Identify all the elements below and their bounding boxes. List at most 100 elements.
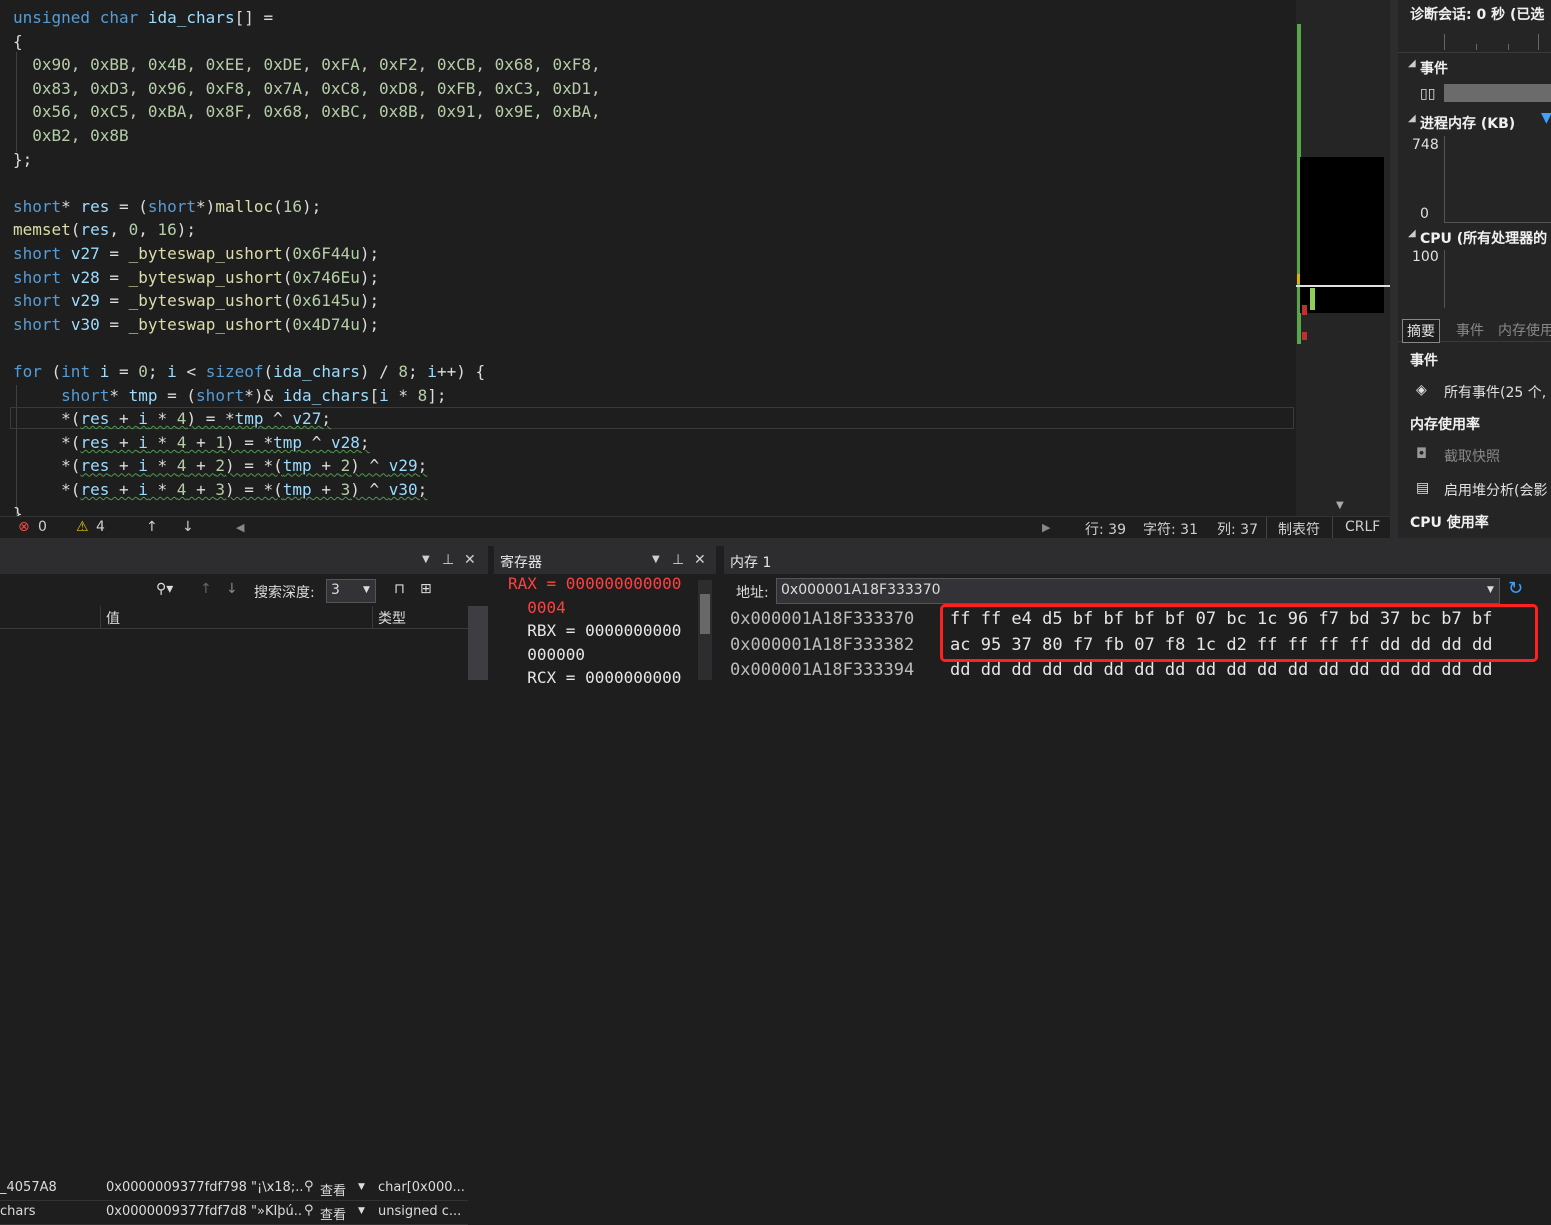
- scroll-down-icon[interactable]: ▼: [1336, 500, 1344, 511]
- magnifier-icon[interactable]: ⚲: [304, 1179, 314, 1194]
- minimap[interactable]: ▼: [1296, 0, 1390, 516]
- dropdown-icon[interactable]: ▼: [652, 554, 660, 565]
- tab-events[interactable]: 事件: [1456, 320, 1484, 340]
- error-count[interactable]: 0: [38, 519, 47, 535]
- code-line[interactable]: short* tmp = (short*)& ida_chars[i * 8];: [13, 384, 446, 407]
- search-up-icon[interactable]: ↑: [200, 581, 212, 597]
- pin-icon[interactable]: ⊥: [442, 552, 454, 568]
- timeline-ruler[interactable]: [1398, 26, 1551, 53]
- collapse-icon[interactable]: ◢: [1408, 58, 1416, 69]
- code-token: );: [302, 196, 322, 216]
- collapse-icon[interactable]: ◢: [1408, 228, 1416, 239]
- error-icon[interactable]: ⊗: [18, 519, 30, 535]
- code-line[interactable]: short v27 = _byteswap_ushort(0x6F44u);: [13, 242, 379, 265]
- code-line[interactable]: short v28 = _byteswap_ushort(0x746Eu);: [13, 266, 379, 289]
- take-snapshot-button[interactable]: 截取快照: [1444, 446, 1500, 466]
- register-line[interactable]: 0004: [508, 598, 566, 617]
- code-token: 0: [138, 362, 148, 381]
- events-track[interactable]: [1444, 84, 1551, 102]
- table-row[interactable]: _4057A8 0x0000009377fdf798 "¡\x18;... ⚲ 查看 ▼…: [0, 1176, 468, 1201]
- col-type-header[interactable]: 类型: [378, 608, 406, 628]
- chevron-down-icon[interactable]: ▼: [358, 1182, 365, 1192]
- warning-icon[interactable]: ⚠: [76, 519, 89, 535]
- heap-profiling-checkbox[interactable]: 启用堆分析(会影: [1444, 480, 1547, 500]
- pin-watch-icon[interactable]: ⊓: [394, 581, 405, 597]
- code-line[interactable]: memset(res, 0, 16);: [13, 218, 196, 241]
- memory-row[interactable]: 0x000001A18F333370 ff ff e4 d5 bf bf bf b…: [730, 607, 1492, 631]
- search-down-icon[interactable]: ↓: [226, 581, 238, 597]
- registers-title[interactable]: 寄存器: [500, 552, 542, 572]
- code-token: i: [138, 409, 148, 429]
- col-value-header[interactable]: 值: [106, 608, 120, 628]
- code-line[interactable]: short v29 = _byteswap_ushort(0x6145u);: [13, 289, 379, 312]
- memory-title[interactable]: 内存 1: [730, 552, 771, 572]
- refresh-icon[interactable]: ↻: [1508, 578, 1523, 599]
- code-editor[interactable]: unsigned char ida_chars[] ={ 0x90, 0xBB,…: [0, 0, 1296, 516]
- dropdown-icon[interactable]: ▼: [422, 554, 430, 565]
- magnifier-icon[interactable]: ⚲: [304, 1203, 314, 1218]
- address-input[interactable]: 0x000001A18F333370 ▼: [776, 578, 1500, 604]
- search-depth-select[interactable]: 3 ▼: [326, 579, 376, 603]
- nav-down-icon[interactable]: ↓: [182, 519, 194, 535]
- table-row[interactable]: chars 0x0000009377fdf7d8 "»KÎþú... ⚲ 查看 ▼ uns…: [0, 1200, 468, 1225]
- scroll-left-icon[interactable]: ◀: [236, 521, 244, 534]
- chevron-down-icon[interactable]: ▼: [358, 1206, 365, 1216]
- code-line[interactable]: for (int i = 0; i < sizeof(ida_chars) / …: [13, 360, 485, 383]
- code-line[interactable]: {: [13, 30, 23, 53]
- watch-title-bar: ▼ ⊥ ✕: [0, 546, 488, 574]
- register-line[interactable]: RCX = 0000000000: [508, 668, 681, 687]
- line-indicator[interactable]: 行: 39: [1085, 519, 1126, 539]
- scroll-right-icon[interactable]: ▶: [1042, 521, 1050, 534]
- events-header[interactable]: 事件: [1420, 58, 1448, 78]
- code-line[interactable]: *(res + i * 4 + 3) = *(tmp + 3) ^ v30;: [13, 478, 427, 501]
- cpu-header[interactable]: CPU (所有处理器的: [1420, 228, 1547, 248]
- watch-scrollbar[interactable]: [468, 606, 488, 680]
- code-line[interactable]: short v30 = _byteswap_ushort(0x4D74u);: [13, 313, 379, 336]
- code-token: v30: [388, 480, 418, 499]
- pin-icon[interactable]: ⊥: [672, 552, 684, 568]
- register-line[interactable]: 000000: [508, 645, 585, 664]
- code-line[interactable]: };: [13, 148, 32, 171]
- code-line[interactable]: 0xB2, 0x8B: [13, 124, 128, 147]
- memory-row[interactable]: 0x000001A18F333382 ac 95 37 80 f7 fb 07 f…: [730, 633, 1492, 657]
- nav-up-icon[interactable]: ↑: [146, 519, 158, 535]
- code-line[interactable]: 0x90, 0xBB, 0x4B, 0xEE, 0xDE, 0xFA, 0xF2…: [13, 53, 600, 76]
- memory-row[interactable]: 0x000001A18F333394 dd dd dd dd dd dd dd d…: [730, 658, 1492, 682]
- pause-icon[interactable]: ▯▯: [1420, 86, 1435, 102]
- code-line[interactable]: *(res + i * 4) = *tmp ^ v27;: [13, 407, 331, 430]
- tabs-indicator[interactable]: 制表符: [1278, 519, 1320, 539]
- cpu-graph[interactable]: [1444, 250, 1551, 308]
- registers-scrollbar[interactable]: [698, 580, 712, 680]
- tab-summary[interactable]: 摘要: [1402, 319, 1440, 343]
- code-line[interactable]: unsigned char ida_chars[] =: [13, 6, 273, 29]
- code-line[interactable]: 0x83, 0xD3, 0x96, 0xF8, 0x7A, 0xC8, 0xD8…: [13, 77, 600, 100]
- col-indicator[interactable]: 列: 37: [1217, 519, 1258, 539]
- register-line[interactable]: RAX = 000000000000: [508, 574, 681, 593]
- code-line[interactable]: short* res = (short*)malloc(16);: [13, 195, 321, 218]
- code-token: ;: [408, 362, 428, 381]
- splitter[interactable]: [0, 538, 1551, 546]
- warning-count[interactable]: 4: [96, 519, 105, 535]
- splitter[interactable]: [1390, 0, 1398, 540]
- marker-icon: ▼: [1541, 110, 1551, 126]
- code-token: 0x6F44u: [292, 244, 360, 263]
- search-icon[interactable]: ⚲▾: [156, 581, 173, 597]
- all-events-link[interactable]: 所有事件(25 个,: [1444, 382, 1546, 402]
- char-indicator[interactable]: 字符: 31: [1143, 519, 1198, 539]
- eol-indicator[interactable]: CRLF: [1345, 519, 1380, 535]
- code-line[interactable]: 0x56, 0xC5, 0xBA, 0x8F, 0x68, 0xBC, 0x8B…: [13, 100, 600, 123]
- memory-header[interactable]: 进程内存 (KB): [1420, 113, 1515, 133]
- close-icon[interactable]: ✕: [694, 552, 706, 568]
- tab-memory-usage[interactable]: 内存使用: [1498, 320, 1551, 340]
- code-line[interactable]: }: [13, 502, 23, 516]
- collapse-icon[interactable]: ◢: [1408, 113, 1416, 124]
- code-line[interactable]: *(res + i * 4 + 2) = *(tmp + 2) ^ v29;: [13, 454, 427, 477]
- register-line[interactable]: RBX = 0000000000: [508, 621, 681, 640]
- code-token: 4: [176, 432, 187, 452]
- code-token: i: [138, 480, 148, 499]
- format-icon[interactable]: ⊞: [420, 581, 432, 597]
- code-line[interactable]: *(res + i * 4 + 1) = *tmp ^ v28;: [13, 431, 369, 454]
- memory-graph[interactable]: [1444, 136, 1551, 223]
- code-token: v27: [70, 244, 100, 263]
- close-icon[interactable]: ✕: [464, 552, 476, 568]
